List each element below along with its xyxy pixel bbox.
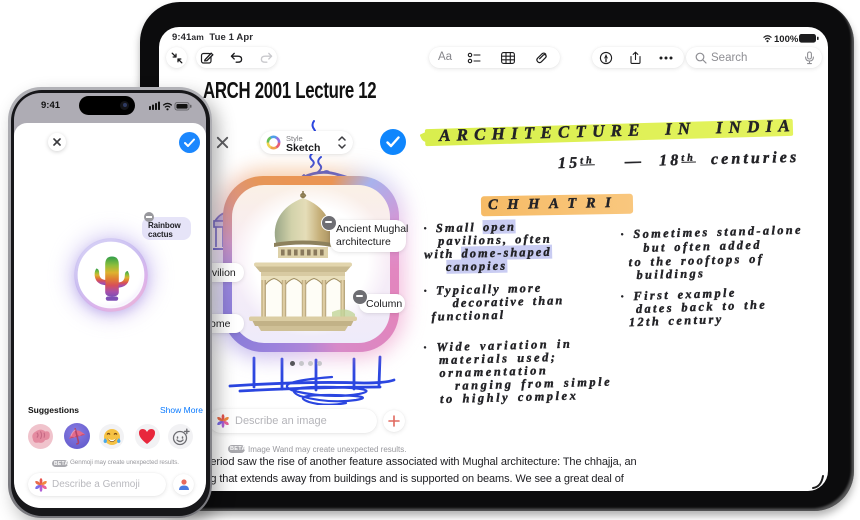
svg-text:100%: 100%: [774, 34, 799, 44]
